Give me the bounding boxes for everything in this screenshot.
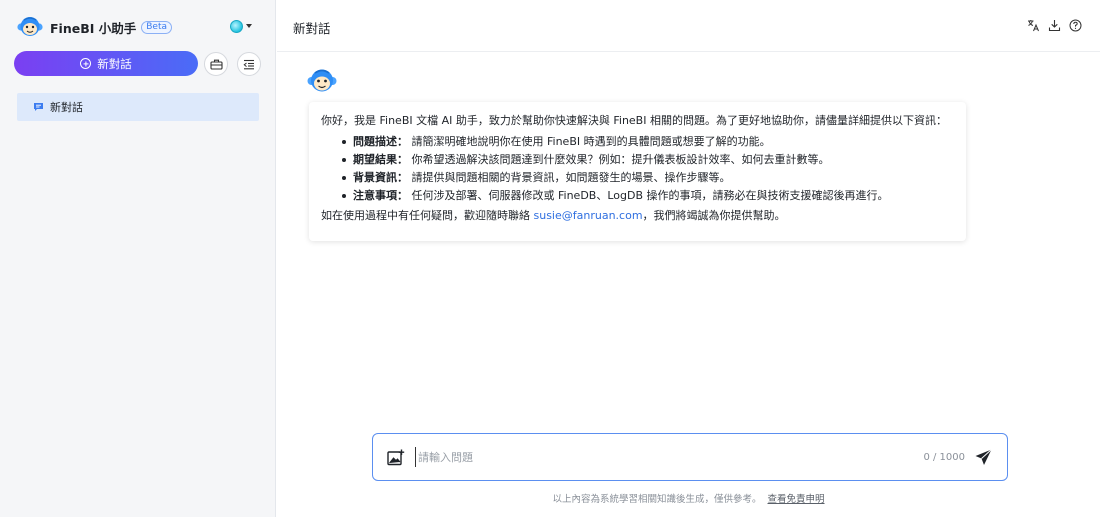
disclaimer: 以上內容為系統學習相關知識後生成，僅供參考。 查看免責申明 xyxy=(277,491,1100,505)
char-counter: 0 / 1000 xyxy=(923,452,965,463)
item-term: 注意事項： xyxy=(353,189,408,202)
session-label: 新對話 xyxy=(50,101,83,114)
page-title: 新對話 xyxy=(293,21,331,36)
model-switcher[interactable] xyxy=(230,16,258,36)
disclaimer-link[interactable]: 查看免責申明 xyxy=(768,494,825,505)
contact-email-link[interactable]: susie@fanruan.com xyxy=(534,209,643,222)
new-chat-label: 新對話 xyxy=(97,56,132,71)
outro-before: 如在使用過程中有任何疑問，歡迎隨時聯絡 xyxy=(321,209,534,222)
question-input[interactable] xyxy=(415,447,895,467)
toolbox-icon xyxy=(209,59,223,70)
message-intro: 你好，我是 FineBI 文檔 AI 助手，致力於幫助你快速解決與 FineBI… xyxy=(321,114,947,127)
collapse-sidebar-icon xyxy=(243,59,254,69)
toolbox-button[interactable] xyxy=(204,52,228,76)
collapse-sidebar-button[interactable] xyxy=(237,52,261,76)
item-text: 你希望透過解決該問題達到什麼效果？例如：提升儀表板設計效率、如何去重計數等。 xyxy=(411,153,830,166)
main-panel: 新對話 你好，我是 FineBI 文檔 AI 助手，致力於幫助你快速解決與 Fi… xyxy=(277,0,1100,517)
item-text: 請提供與問題相關的背景資訊，如問題發生的場景、操作步驟等。 xyxy=(411,171,731,184)
help-icon[interactable] xyxy=(1069,19,1082,32)
send-icon[interactable] xyxy=(974,448,993,467)
chat-bubble-icon xyxy=(34,103,43,111)
list-item: 背景資訊： 請提供與問題相關的背景資訊，如問題發生的場景、操作步驟等。 xyxy=(321,169,954,187)
translate-icon[interactable] xyxy=(1027,19,1040,32)
chat-header: 新對話 xyxy=(277,0,1100,52)
model-icon xyxy=(230,19,243,33)
download-icon[interactable] xyxy=(1048,19,1061,32)
message-outro: 如在使用過程中有任何疑問，歡迎隨時聯絡 susie@fanruan.com，我們… xyxy=(321,207,954,225)
disclaimer-text: 以上內容為系統學習相關知識後生成，僅供參考。 xyxy=(552,494,762,505)
list-item: 問題描述： 請簡潔明確地說明你在使用 FineBI 時遇到的具體問題或想要了解的… xyxy=(321,133,954,151)
composer: 0 / 1000 xyxy=(372,433,1008,481)
sidebar: FineBI 小助手 Beta 新對話 新對話 xyxy=(0,0,276,517)
item-term: 問題描述： xyxy=(353,135,408,148)
assistant-message: 你好，我是 FineBI 文檔 AI 助手，致力於幫助你快速解決與 FineBI… xyxy=(309,102,966,241)
item-text: 請簡潔明確地說明你在使用 FineBI 時遇到的具體問題或想要了解的功能。 xyxy=(411,135,771,148)
image-upload-icon[interactable] xyxy=(387,449,405,466)
session-item-new-chat[interactable]: 新對話 xyxy=(17,93,259,121)
header-actions xyxy=(1027,19,1082,32)
monkey-logo-icon xyxy=(17,17,43,36)
chevron-down-icon xyxy=(246,24,252,28)
item-text: 任何涉及部署、伺服器修改或 FineDB、LogDB 操作的事項，請務必在與技術… xyxy=(411,189,889,202)
plus-circle-icon xyxy=(80,58,92,69)
brand-name: FineBI 小助手 xyxy=(50,20,137,36)
outro-after: ，我們將竭誠為你提供幫助。 xyxy=(642,209,786,222)
new-chat-button[interactable]: 新對話 xyxy=(14,51,198,76)
item-term: 背景資訊： xyxy=(353,171,408,184)
list-item: 期望結果： 你希望透過解決該問題達到什麼效果？例如：提升儀表板設計效率、如何去重… xyxy=(321,151,954,169)
list-item: 注意事項： 任何涉及部署、伺服器修改或 FineDB、LogDB 操作的事項，請… xyxy=(321,187,954,205)
beta-badge: Beta xyxy=(141,20,172,34)
brand: FineBI 小助手 Beta xyxy=(17,13,172,41)
item-term: 期望結果： xyxy=(353,153,408,166)
assistant-avatar-icon xyxy=(307,69,337,92)
message-list: 問題描述： 請簡潔明確地說明你在使用 FineBI 時遇到的具體問題或想要了解的… xyxy=(321,133,954,205)
